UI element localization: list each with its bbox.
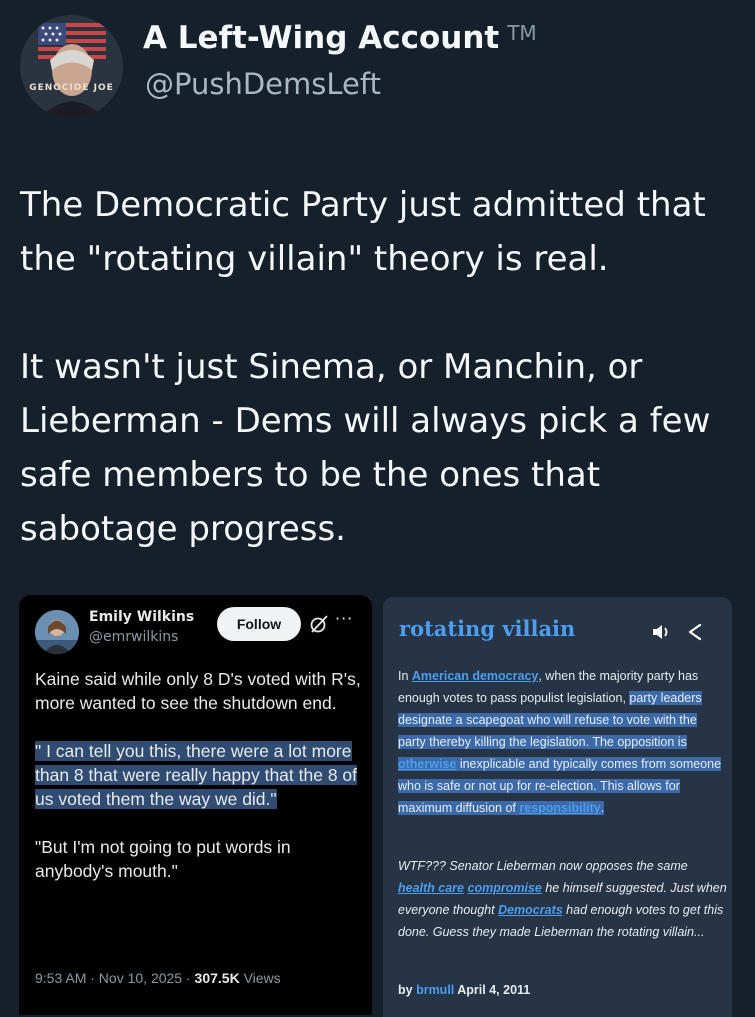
term-link[interactable]: health care	[398, 881, 464, 895]
example-text: WTF??? Senator Lieberman now opposes the…	[398, 855, 728, 943]
embedded-paragraph: "But I'm not going to put words in anybo…	[35, 837, 291, 881]
speaker-icon[interactable]	[651, 622, 673, 642]
dictionary-card: rotating villain In American democracy, …	[383, 597, 732, 1017]
byline-label: by	[398, 983, 417, 997]
more-icon[interactable]: ···	[335, 609, 353, 628]
byline: by brmull April 4, 2011	[398, 983, 530, 997]
avatar-caption: GENOCIDE JOE	[29, 83, 114, 93]
embedded-tweet-text: Kaine said while only 8 D's voted with R…	[35, 667, 365, 883]
embedded-handle[interactable]: @emrwilkins	[89, 629, 178, 645]
follow-button[interactable]: Follow	[217, 607, 301, 641]
def-text: .	[600, 801, 605, 815]
term-link[interactable]: Democrats	[498, 903, 563, 917]
tweet-metadata: 9:53 AM · Nov 10, 2025 · 307.5K Views	[35, 970, 281, 986]
embedded-display-name[interactable]: Emily Wilkins	[89, 609, 194, 625]
definition-text: In American democracy, when the majority…	[398, 665, 728, 819]
display-name-text: A Left-Wing Account	[143, 20, 500, 56]
embedded-tweet-card[interactable]: Emily Wilkins @emrwilkins Follow ··· Kai…	[19, 595, 372, 1015]
account-handle[interactable]: @PushDemsLeft	[145, 67, 381, 101]
embedded-paragraph: Kaine said while only 8 D's voted with R…	[35, 669, 361, 713]
post-header: GENOCIDE JOE A Left-Wing Account TM @Push…	[0, 0, 755, 150]
term-link[interactable]: compromise	[468, 881, 542, 895]
example-part: WTF??? Senator Lieberman now opposes the…	[398, 859, 688, 873]
term-link[interactable]: otherwise	[398, 757, 456, 771]
def-text: In	[398, 669, 412, 683]
term-link[interactable]: responsibility	[519, 801, 600, 815]
term-link[interactable]: American democracy	[412, 669, 538, 683]
highlighted-definition: party leaders designate a scapegoat who …	[398, 691, 722, 815]
post-paragraph: It wasn't just Sinema, or Manchin, or Li…	[20, 347, 711, 549]
author-link[interactable]: brmull	[416, 983, 454, 997]
post-paragraph: The Democratic Party just admitted that …	[20, 185, 706, 279]
grok-icon[interactable]	[308, 613, 330, 635]
embedded-avatar[interactable]	[35, 610, 79, 654]
embedded-quote: " I can tell you this, there were a lot …	[35, 739, 365, 811]
tweet-timestamp[interactable]: 9:53 AM · Nov 10, 2025 ·	[35, 970, 195, 986]
views-count: 307.5K	[194, 970, 240, 986]
share-icon[interactable]	[686, 622, 704, 642]
trademark-mark: TM	[507, 21, 537, 45]
dictionary-term[interactable]: rotating villain	[399, 616, 575, 641]
post-body: The Democratic Party just admitted that …	[20, 178, 735, 556]
profile-avatar[interactable]: GENOCIDE JOE	[20, 15, 123, 118]
highlighted-quote: " I can tell you this, there were a lot …	[35, 741, 358, 809]
views-label: Views	[239, 970, 281, 986]
display-name[interactable]: A Left-Wing Account TM	[143, 20, 537, 56]
byline-date: April 4, 2011	[454, 983, 531, 997]
